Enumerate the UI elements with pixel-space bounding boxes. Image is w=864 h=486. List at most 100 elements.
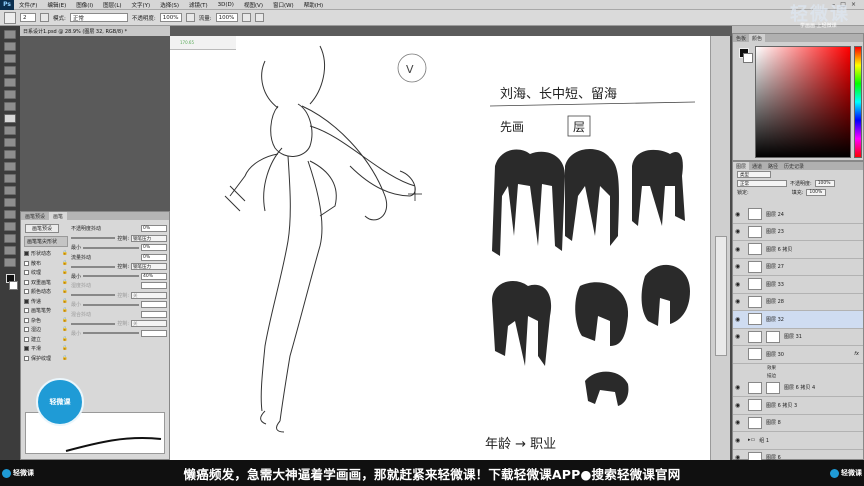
- layer-row[interactable]: ◉ 图层 27: [733, 259, 863, 276]
- lock-icon[interactable]: 🔒: [62, 289, 68, 294]
- brush-presets-button[interactable]: 画笔预设: [25, 224, 59, 233]
- menu-help[interactable]: 帮助(H): [299, 1, 328, 9]
- tab-paths[interactable]: 路径: [765, 162, 781, 170]
- close-button[interactable]: ×: [851, 1, 856, 8]
- menu-image[interactable]: 图像(I): [71, 1, 98, 9]
- eye-icon[interactable]: ◉: [735, 316, 744, 323]
- lock-icon[interactable]: 🔒: [62, 318, 68, 323]
- slider-track[interactable]: [83, 275, 139, 278]
- layer-row[interactable]: ◉ 图层 23: [733, 224, 863, 241]
- layer-mask-thumbnail[interactable]: [766, 381, 780, 394]
- tab-history[interactable]: 历史记录: [781, 162, 807, 170]
- eye-icon[interactable]: ◉: [735, 384, 744, 391]
- move-tool-icon[interactable]: [4, 30, 16, 39]
- lock-icon[interactable]: 🔒: [62, 261, 68, 266]
- pen-tool-icon[interactable]: [4, 198, 16, 207]
- layer-row[interactable]: ◉ 图层 8: [733, 415, 863, 432]
- eye-icon[interactable]: ◉: [735, 298, 744, 305]
- menu-select[interactable]: 选择(S): [155, 1, 184, 9]
- color-field[interactable]: [755, 46, 851, 158]
- dodge-tool-icon[interactable]: [4, 186, 16, 195]
- quick-select-tool-icon[interactable]: [4, 66, 16, 75]
- opacity-field[interactable]: 100%: [159, 13, 182, 22]
- scrollbar-thumb[interactable]: [715, 236, 727, 356]
- checkbox-icon[interactable]: [24, 270, 29, 276]
- layer-row-selected[interactable]: ◉ 图层 32: [733, 311, 863, 329]
- lock-icon[interactable]: 🔒: [62, 251, 68, 256]
- layer-row[interactable]: ◉ 图层 6 拷贝: [733, 241, 863, 259]
- hand-tool-icon[interactable]: [4, 246, 16, 255]
- brush-panel-toggle-icon[interactable]: [40, 13, 49, 22]
- lock-icon[interactable]: 🔒: [62, 270, 68, 275]
- background-color-swatch[interactable]: [8, 281, 18, 290]
- type-tool-icon[interactable]: [4, 210, 16, 219]
- layer-effect-stroke-row[interactable]: 描边: [733, 372, 863, 380]
- zoom-tool-icon[interactable]: [4, 258, 16, 267]
- eye-icon[interactable]: ◉: [735, 402, 744, 409]
- tab-brush-presets[interactable]: 画笔预设: [21, 212, 49, 220]
- flow-control-select[interactable]: 钢笔压力: [131, 263, 167, 271]
- stamp-tool-icon[interactable]: [4, 126, 16, 135]
- layer-kind-filter[interactable]: 类型: [737, 171, 771, 178]
- lock-icon[interactable]: 🔒: [62, 308, 68, 313]
- canvas-document[interactable]: V 刘海、长中短、留海 先画 层 年龄 → 职业: [170, 36, 712, 460]
- brush-setting-dual-brush[interactable]: 双重画笔 🔒: [24, 278, 68, 288]
- layer-group-row[interactable]: ◉ ▸▭ 组 1: [733, 432, 863, 450]
- menu-3d[interactable]: 3D(D): [213, 2, 239, 8]
- document-tab[interactable]: 日系设计1.psd @ 28.9% (图层 32, RGB/8) *: [20, 26, 170, 36]
- history-brush-tool-icon[interactable]: [4, 138, 16, 147]
- lock-icon[interactable]: 🔒: [62, 280, 68, 285]
- blend-mode-select[interactable]: 正常: [737, 180, 787, 187]
- airbrush-icon[interactable]: [241, 13, 251, 22]
- brush-setting-protect-texture[interactable]: 保护纹理 🔒: [24, 354, 68, 364]
- eraser-tool-icon[interactable]: [4, 150, 16, 159]
- eye-icon[interactable]: ◉: [735, 211, 744, 218]
- brush-setting-wet-edges[interactable]: 湿边 🔒: [24, 325, 68, 335]
- pressure-opacity-icon[interactable]: [185, 13, 195, 22]
- gradient-tool-icon[interactable]: [4, 162, 16, 171]
- layer-row[interactable]: ◉ 图层 6 拷贝 3: [733, 397, 863, 415]
- lock-icon[interactable]: 🔒: [62, 346, 68, 351]
- checkbox-icon[interactable]: [24, 308, 29, 314]
- layer-row[interactable]: ◉ 图层 28: [733, 294, 863, 311]
- marquee-tool-icon[interactable]: [4, 42, 16, 51]
- checkbox-icon[interactable]: [24, 355, 29, 361]
- eyedropper-tool-icon[interactable]: [4, 90, 16, 99]
- eye-icon[interactable]: ◉: [735, 246, 744, 253]
- layer-opacity-field[interactable]: 100%: [814, 180, 835, 187]
- brush-tool-preset-icon[interactable]: [4, 11, 16, 24]
- eye-icon[interactable]: ◉: [735, 437, 744, 444]
- checkbox-icon[interactable]: [24, 336, 29, 342]
- brush-size-field[interactable]: 2: [20, 13, 36, 22]
- healing-tool-icon[interactable]: [4, 102, 16, 111]
- layer-row[interactable]: ◉ 图层 24: [733, 206, 863, 224]
- checkbox-icon[interactable]: [24, 260, 29, 266]
- checkbox-icon[interactable]: [24, 298, 29, 304]
- checkbox-icon[interactable]: [24, 279, 29, 285]
- checkbox-icon[interactable]: [24, 251, 29, 257]
- menu-type[interactable]: 文字(Y): [127, 1, 156, 9]
- brush-setting-shape-dynamics[interactable]: 形状动态 🔒: [24, 249, 68, 259]
- brush-setting-transfer[interactable]: 传递 🔒: [24, 297, 68, 307]
- brush-setting-texture[interactable]: 纹理 🔒: [24, 268, 68, 278]
- tab-channels[interactable]: 通道: [749, 162, 765, 170]
- menu-edit[interactable]: 编辑(E): [42, 1, 71, 9]
- color-panel-background[interactable]: [743, 53, 753, 63]
- eye-icon[interactable]: ◉: [735, 419, 744, 426]
- eye-icon[interactable]: ◉: [735, 333, 744, 340]
- fill-field[interactable]: 100%: [806, 189, 827, 196]
- eye-icon[interactable]: ◉: [735, 228, 744, 235]
- brush-setting-noise[interactable]: 杂色 🔒: [24, 316, 68, 326]
- menu-file[interactable]: 文件(F): [14, 1, 42, 9]
- eye-icon[interactable]: ◉: [735, 281, 744, 288]
- tab-layers[interactable]: 图层: [733, 162, 750, 170]
- flow-jitter-field[interactable]: 0%: [141, 253, 167, 261]
- checkbox-icon[interactable]: [24, 317, 29, 323]
- crop-tool-icon[interactable]: [4, 78, 16, 87]
- menu-filter[interactable]: 滤镜(T): [184, 1, 213, 9]
- fx-icon[interactable]: fx: [854, 351, 859, 357]
- checkbox-icon[interactable]: [24, 327, 29, 333]
- tab-brush[interactable]: 画笔: [49, 212, 68, 220]
- checkbox-icon[interactable]: [24, 346, 29, 352]
- brush-setting-color-dynamics[interactable]: 颜色动态 🔒: [24, 287, 68, 297]
